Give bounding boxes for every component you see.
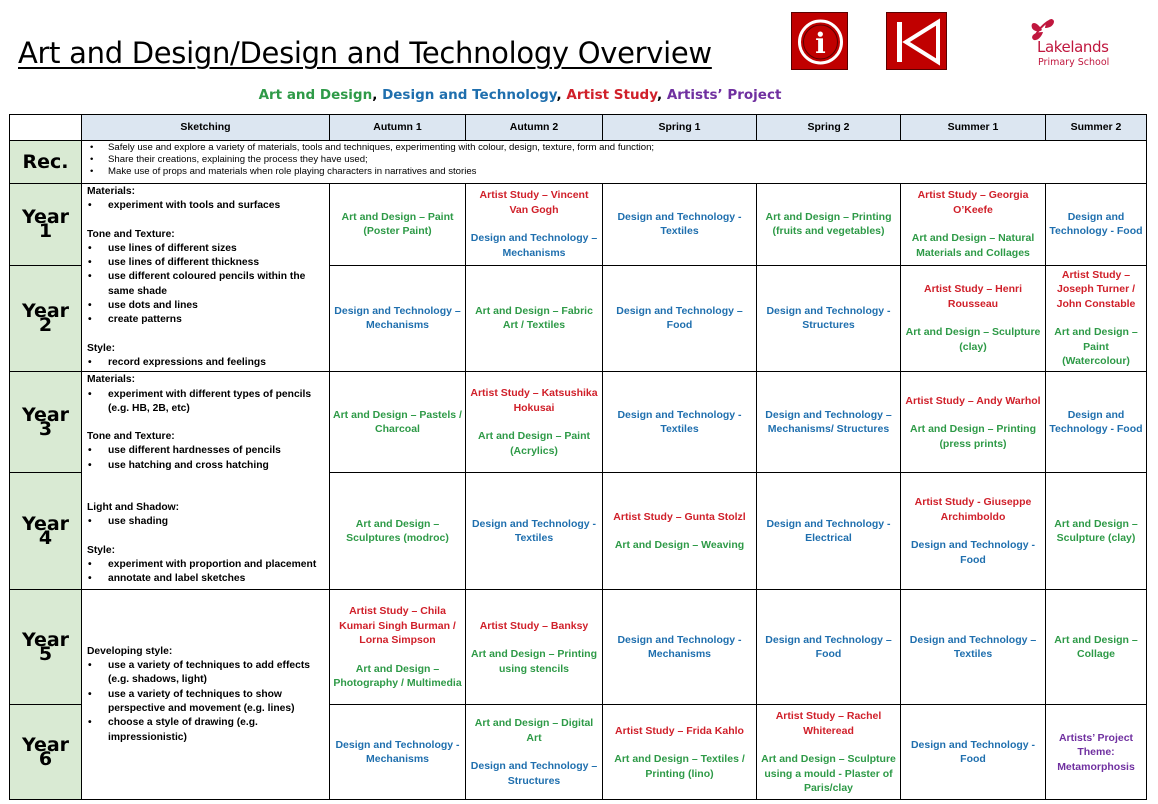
year-label: Year 5	[9, 589, 82, 706]
info-symbol: i	[815, 27, 826, 60]
topic-cell: Design and Technology – Food	[756, 589, 901, 706]
legend-dt: Design and Technology	[382, 87, 557, 103]
topic-cell: Artist Study – Joseph Turner / John Cons…	[1045, 264, 1147, 373]
topic-cell: Design and Technology - Mechanisms	[602, 589, 757, 706]
topic-cell: Artist Study – Andy Warhol Art and Design…	[900, 371, 1046, 474]
year-label: Year 6	[9, 704, 82, 801]
topic-cell: Design and Technology - Mechanisms	[329, 704, 466, 801]
year-row: Year 1 Materials: experiment with tools …	[9, 182, 1147, 373]
topic-cell: Artist Study – Rachel Whiteread Art and D…	[756, 704, 901, 801]
legend-artist: Artist Study	[566, 87, 657, 103]
topic-cell: Design and Technology - Food	[1045, 183, 1147, 266]
topic-cell: Artist Study – Gunta Stolzl Art and Desig…	[602, 472, 757, 591]
topic-cell: Artist Study – Banksy Art and Design – Pr…	[465, 589, 603, 706]
legend-sep: ,	[556, 87, 567, 103]
year-label: Year 3	[9, 371, 82, 474]
info-button[interactable]: i	[791, 12, 848, 70]
header-cell: Spring 1	[602, 114, 757, 141]
topic-cell: Design and Technology - Textiles	[465, 472, 603, 591]
colour-legend: Art and Design, Design and Technology, A…	[0, 87, 1040, 103]
header-cell: Autumn 2	[465, 114, 603, 141]
rec-row: Rec. Safely use and explore a variety of…	[9, 140, 1147, 184]
header-cell: Summer 1	[900, 114, 1046, 141]
header-cell: Spring 2	[756, 114, 901, 141]
info-icon: i	[798, 19, 843, 65]
rec-bullet: Safely use and explore a variety of mate…	[88, 142, 1140, 154]
year-row: Year 5 Developing style: use a variety o…	[9, 589, 1147, 801]
year-row: Year 3 Materials: experiment with differ…	[9, 371, 1147, 591]
logo-name: Lakelands	[1037, 38, 1109, 56]
topic-cell: Artist Study – Frida Kahlo Art and Design…	[602, 704, 757, 801]
topic-cell: Artist Study – Katsushika Hokusai Art and…	[465, 371, 603, 474]
topic-cell: Design and Technology – Mechanisms	[329, 264, 466, 373]
legend-art: Art and Design	[258, 87, 373, 103]
topic-cell: Design and Technology - Food	[900, 704, 1046, 801]
topic-cell: Artist Study – Henri Rousseau Art and Des…	[900, 264, 1046, 373]
page-title: Art and Design/Design and Technology Ove…	[18, 36, 712, 70]
overview-table: Sketching Autumn 1 Autumn 2 Spring 1 Spr…	[9, 114, 1147, 801]
header-row: Sketching Autumn 1 Autumn 2 Spring 1 Spr…	[9, 114, 1147, 141]
topic-cell: Art and Design – Digital Art Design and T…	[465, 704, 603, 801]
rec-bullet: Share their creations, explaining the pr…	[88, 154, 1140, 166]
header-cell: Sketching	[81, 114, 330, 141]
topic-cell: Design and Technology – Mechanisms/ Stru…	[756, 371, 901, 474]
topic-cell: Design and Technology - Textiles	[602, 183, 757, 266]
topic-cell: Art and Design – Collage	[1045, 589, 1147, 706]
sketching-year12: Materials: experiment with tools and sur…	[81, 182, 330, 373]
legend-sep: ,	[656, 87, 667, 103]
legend-project: Artists’ Project	[666, 87, 782, 103]
rec-description: Safely use and explore a variety of mate…	[81, 140, 1147, 184]
back-icon	[897, 18, 940, 66]
topic-cell: Design and Technology - Structures	[756, 264, 901, 373]
topic-cell: Artist Study – Chila Kumari Singh Burman…	[329, 589, 466, 706]
year-label: Year 1	[9, 183, 82, 266]
topic-cell: Art and Design – Sculpture (clay)	[1045, 472, 1147, 591]
topic-cell: Art and Design – Printing (fruits and ve…	[756, 183, 901, 266]
year-label: Rec.	[9, 140, 82, 184]
topic-cell: Artists’ Project Theme: Metamorphosis	[1045, 704, 1147, 801]
back-button[interactable]	[886, 12, 947, 70]
rec-bullet: Make use of props and materials when rol…	[88, 166, 1140, 178]
topic-cell: Design and Technology – Textiles	[900, 589, 1046, 706]
topic-cell: Artist Study – Vincent Van Gogh Design an…	[465, 183, 603, 266]
topic-cell: Artist Study – Georgia O’Keefe Art and De…	[900, 183, 1046, 266]
topic-cell: Art and Design – Paint (Poster Paint)	[329, 183, 466, 266]
topic-cell: Design and Technology – Food	[602, 264, 757, 373]
topic-cell: Artist Study - Giuseppe Archimboldo Desig…	[900, 472, 1046, 591]
topic-cell: Design and Technology - Electrical	[756, 472, 901, 591]
sketching-year34: Materials: experiment with different typ…	[81, 371, 330, 591]
header-blank	[9, 114, 82, 141]
header-cell: Autumn 1	[329, 114, 466, 141]
topic-cell: Design and Technology - Textiles	[602, 371, 757, 474]
topic-cell: Art and Design – Sculptures (modroc)	[329, 472, 466, 591]
legend-sep: ,	[372, 87, 383, 103]
topic-cell: Art and Design – Fabric Art / Textiles	[465, 264, 603, 373]
topic-cell: Design and Technology - Food	[1045, 371, 1147, 474]
school-logo: Lakelands Primary School	[1028, 18, 1138, 74]
sketching-year56: Developing style: use a variety of techn…	[81, 589, 330, 801]
year-label: Year 2	[9, 264, 82, 373]
logo-subtitle: Primary School	[1038, 57, 1110, 68]
topic-cell: Art and Design – Pastels / Charcoal	[329, 371, 466, 474]
header-cell: Summer 2	[1045, 114, 1147, 141]
year-label: Year 4	[9, 472, 82, 591]
